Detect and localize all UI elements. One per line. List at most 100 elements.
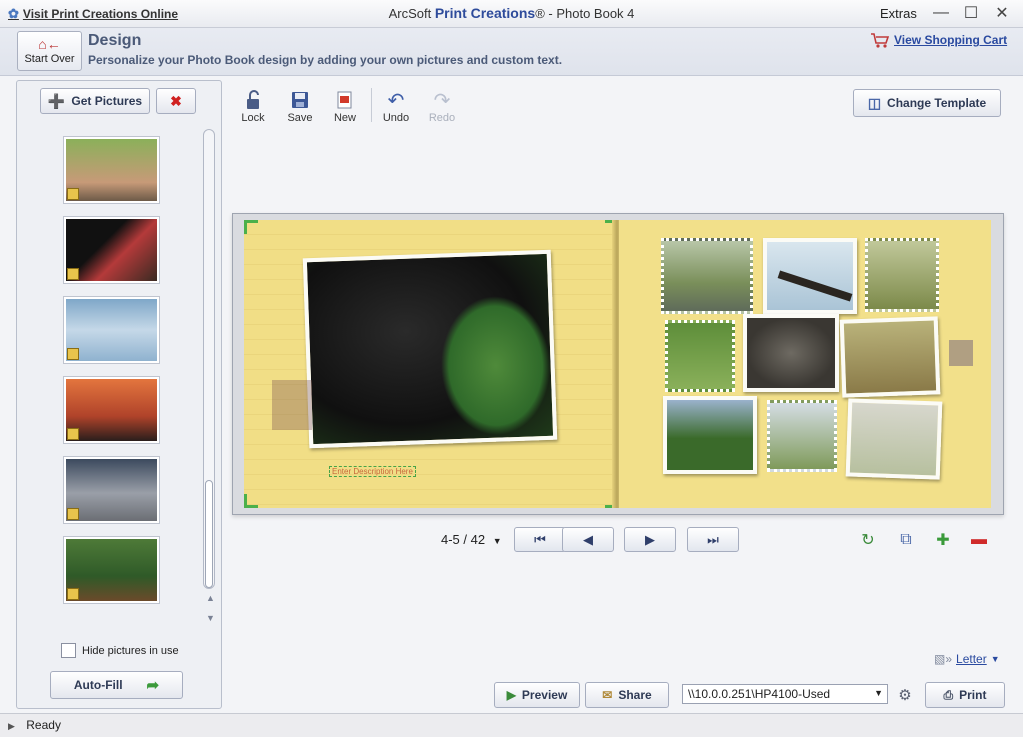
title-bar: ✿ Visit Print Creations Online ArcSoft P… bbox=[0, 0, 1023, 28]
lock-label: Lock bbox=[241, 112, 265, 124]
left-page[interactable]: ! Enter Description Here bbox=[244, 220, 637, 508]
photo-monkey-tree[interactable] bbox=[767, 400, 837, 472]
remove-pictures-button[interactable]: ✖ bbox=[156, 88, 196, 114]
template-icon: ◫ bbox=[867, 94, 882, 111]
brand-name: Print Creations bbox=[434, 5, 536, 21]
shopping-cart-icon bbox=[871, 33, 890, 48]
guide-corner-bl bbox=[244, 494, 258, 508]
thumbnail-flamingo[interactable] bbox=[64, 217, 159, 283]
next-page-icon: ▶ bbox=[645, 531, 655, 547]
auto-fill-button[interactable]: Auto-Fill ➦ bbox=[50, 671, 183, 699]
photo-stork[interactable] bbox=[845, 398, 943, 480]
next-page-button[interactable]: ▶ bbox=[624, 527, 676, 552]
auto-fill-icon: ➦ bbox=[146, 677, 160, 694]
share-icon: ✉ bbox=[602, 688, 613, 702]
swap-pages-icon[interactable]: ⧉ bbox=[895, 529, 917, 551]
title-suffix: ® - Photo Book 4 bbox=[535, 6, 635, 21]
photo-monkey-grass[interactable] bbox=[665, 320, 735, 392]
decorative-stamp bbox=[272, 380, 312, 430]
window-title: ArcSoft Print Creations® - Photo Book 4 bbox=[0, 5, 1023, 21]
extras-menu[interactable]: Extras bbox=[880, 6, 917, 21]
change-template-button[interactable]: ◫ Change Template bbox=[853, 89, 1001, 117]
step-header: ⌂← Start Over Design Personalize your Ph… bbox=[0, 28, 1023, 76]
in-use-badge bbox=[67, 188, 79, 200]
scroll-down-icon[interactable]: ▼ bbox=[206, 613, 215, 623]
view-shopping-cart-link[interactable]: View Shopping Cart bbox=[870, 32, 1007, 48]
in-use-badge bbox=[67, 588, 79, 600]
redo-icon: ↷ bbox=[433, 89, 451, 112]
minimize-button[interactable]: — bbox=[928, 3, 954, 23]
previous-page-button[interactable]: ◀ bbox=[562, 527, 614, 552]
last-page-icon: ⏭ bbox=[707, 531, 719, 547]
new-button[interactable]: New bbox=[327, 88, 363, 124]
photo-monkeys-road[interactable] bbox=[661, 238, 753, 314]
lock-icon bbox=[235, 88, 271, 112]
page-indicator-label: 4-5 / 42 bbox=[441, 532, 486, 547]
lock-button[interactable]: Lock bbox=[235, 88, 271, 124]
page-indicator[interactable]: 4-5 / 42 ▼ bbox=[441, 532, 502, 547]
paper-size-selector[interactable]: ▧» Letter ▼ bbox=[934, 652, 1000, 666]
remove-picture-icon: ✖ bbox=[170, 92, 182, 109]
last-page-button[interactable]: ⏭ bbox=[687, 527, 739, 552]
photo-monkey-branch[interactable] bbox=[763, 238, 857, 314]
right-page[interactable] bbox=[619, 220, 991, 508]
get-pictures-button[interactable]: ➕ Get Pictures bbox=[40, 88, 150, 114]
print-label: Print bbox=[959, 688, 987, 702]
new-document-icon bbox=[327, 88, 363, 112]
hide-in-use-checkbox[interactable]: Hide pictures in use bbox=[61, 643, 179, 658]
description-textbox[interactable]: Enter Description Here bbox=[329, 466, 416, 477]
thumbnail-bird-rock[interactable] bbox=[64, 137, 159, 203]
redo-button[interactable]: ↷ Redo bbox=[424, 88, 460, 125]
scroll-up-icon[interactable]: ▲ bbox=[206, 593, 215, 603]
first-page-icon: ⏮ bbox=[534, 531, 546, 547]
printer-icon: ⎙ bbox=[943, 687, 954, 702]
photo-monkey-sitting[interactable] bbox=[865, 238, 939, 312]
close-button[interactable]: ✕ bbox=[989, 3, 1015, 23]
guide-corner-tl bbox=[244, 220, 258, 234]
maximize-button[interactable]: ☐ bbox=[958, 3, 984, 23]
decorative-stamp bbox=[949, 340, 973, 366]
printer-value: \\10.0.0.251\HP4100-Used bbox=[688, 687, 831, 701]
checkbox-box[interactable] bbox=[61, 643, 76, 658]
page-subtitle: Personalize your Photo Book design by ad… bbox=[88, 53, 563, 67]
undo-button[interactable]: ↶ Undo bbox=[378, 88, 414, 125]
first-page-button[interactable]: ⏮ bbox=[514, 527, 566, 552]
save-button[interactable]: Save bbox=[282, 88, 318, 124]
printer-settings-icon[interactable]: ⚙ bbox=[894, 684, 916, 706]
add-picture-icon: ➕ bbox=[47, 92, 66, 109]
main-photo-gorilla[interactable]: ! bbox=[302, 249, 637, 481]
thumbnail-fox[interactable] bbox=[64, 537, 159, 603]
photo-bird-field[interactable] bbox=[839, 316, 941, 398]
start-over-label: Start Over bbox=[24, 53, 75, 65]
preview-button[interactable]: ▶ Preview bbox=[494, 682, 580, 708]
save-icon bbox=[282, 88, 318, 112]
photo-monkey-face[interactable] bbox=[743, 314, 839, 392]
in-use-badge bbox=[67, 428, 79, 440]
rotate-icon[interactable]: ↻ bbox=[857, 529, 879, 551]
undo-icon: ↶ bbox=[387, 89, 405, 112]
brand-prefix: ArcSoft bbox=[388, 6, 435, 21]
new-label: New bbox=[333, 112, 356, 124]
chevron-down-icon: ▼ bbox=[990, 654, 1000, 664]
thumbnail-seagull[interactable] bbox=[64, 457, 159, 523]
printer-select[interactable]: \\10.0.0.251\HP4100-Used ▼ bbox=[682, 684, 888, 704]
cart-label: View Shopping Cart bbox=[894, 33, 1008, 47]
thumbnail-sunset-bird[interactable] bbox=[64, 377, 159, 443]
scrollbar-thumb[interactable] bbox=[205, 480, 213, 588]
tray-scrollbar[interactable] bbox=[203, 129, 215, 589]
print-button[interactable]: ⎙ Print bbox=[925, 682, 1005, 708]
photo-cows[interactable] bbox=[663, 396, 757, 474]
preview-icon: ▶ bbox=[506, 688, 516, 702]
thumbnail-flamingo-flock[interactable] bbox=[64, 297, 159, 363]
start-over-button[interactable]: ⌂← Start Over bbox=[17, 31, 82, 71]
in-use-badge bbox=[67, 348, 79, 360]
status-text: Ready bbox=[26, 718, 61, 732]
status-bar: ▶ Ready bbox=[0, 713, 1023, 737]
toolbar-separator bbox=[371, 88, 372, 122]
add-page-icon[interactable]: ✚ bbox=[932, 529, 954, 551]
delete-page-icon[interactable]: ▬ bbox=[968, 529, 990, 551]
share-button[interactable]: ✉ Share bbox=[585, 682, 669, 708]
picture-tray: ➕ Get Pictures ✖ ▲ ▼ Hide pictures in us… bbox=[16, 80, 222, 709]
in-use-badge bbox=[67, 268, 79, 280]
chevron-down-icon: ▼ bbox=[874, 688, 883, 698]
